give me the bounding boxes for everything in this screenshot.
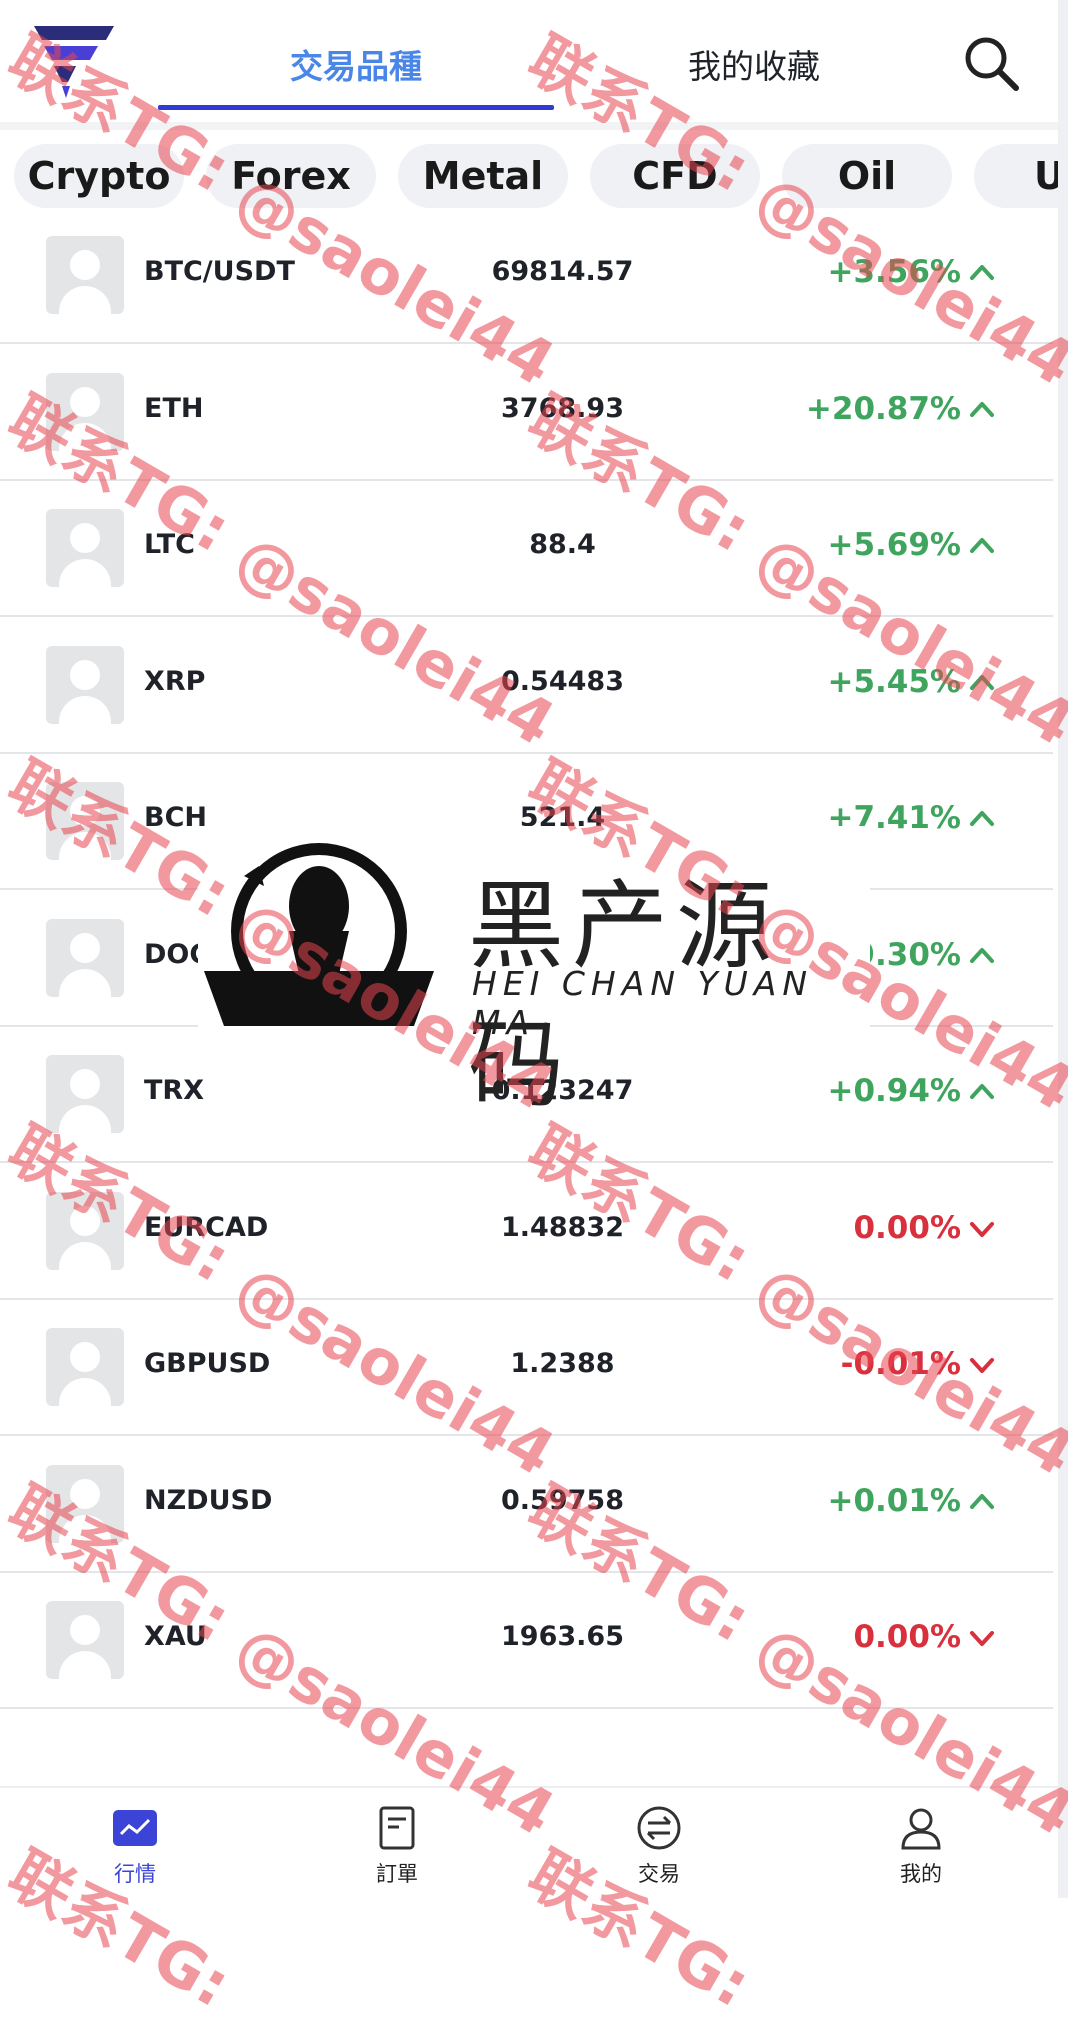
app-frame: 交易品種 我的收藏 Crypto Forex Metal CFD Oil U B… <box>0 0 1068 1898</box>
quote-change: -0.01% <box>841 1346 961 1382</box>
bottom-nav: 行情 訂單 交易 我的 <box>0 1786 1058 1900</box>
coin-avatar-icon <box>46 919 124 997</box>
coin-avatar-icon <box>46 646 124 724</box>
quote-price: 1.48832 <box>470 1212 655 1243</box>
quote-change: 0.00% <box>853 1619 961 1655</box>
quote-row[interactable]: BTC/USDT 69814.57 +3.56% <box>0 206 1053 344</box>
quote-change: +5.45% <box>827 664 961 700</box>
quote-price: 0.59758 <box>470 1485 655 1516</box>
nav-item-profile[interactable]: 我的 <box>846 1788 996 1900</box>
quote-change: +20.87% <box>806 391 961 427</box>
quote-price: 1.2388 <box>470 1348 655 1379</box>
top-header: 交易品種 我的收藏 <box>0 0 1058 130</box>
chevron-up-icon <box>967 804 997 834</box>
nav-item-markets[interactable]: 行情 <box>60 1788 210 1900</box>
quote-row[interactable]: ETH 3768.93 +20.87% <box>0 343 1053 481</box>
tab-favorites[interactable]: 我的收藏 <box>688 40 820 88</box>
quote-row[interactable]: GBPUSD 1.2388 -0.01% <box>0 1298 1053 1436</box>
quote-row[interactable]: NZDUSD 0.59758 +0.01% <box>0 1435 1053 1573</box>
coin-avatar-icon <box>46 509 124 587</box>
quote-price: 69814.57 <box>470 256 655 287</box>
brand-logo-icon <box>204 836 434 1026</box>
chip-oil[interactable]: Oil <box>782 144 952 208</box>
coin-avatar-icon <box>46 1465 124 1543</box>
coin-avatar-icon <box>46 1328 124 1406</box>
coin-avatar-icon <box>46 1601 124 1679</box>
quote-price: 0.54483 <box>470 666 655 697</box>
nav-label-trade: 交易 <box>584 1858 734 1888</box>
tab-markets[interactable]: 交易品種 <box>290 40 422 88</box>
quote-symbol: NZDUSD <box>144 1485 272 1516</box>
exchange-icon <box>637 1806 681 1850</box>
chevron-up-icon <box>967 1077 997 1107</box>
coin-avatar-icon <box>46 782 124 860</box>
quote-symbol: EURCAD <box>144 1212 268 1243</box>
nav-label-profile: 我的 <box>846 1858 996 1888</box>
chevron-up-icon <box>967 258 997 288</box>
chip-partial[interactable]: U <box>974 144 1058 208</box>
chevron-up-icon <box>967 395 997 425</box>
quote-symbol: GBPUSD <box>144 1348 270 1379</box>
coin-avatar-icon <box>46 1192 124 1270</box>
order-icon <box>375 1806 419 1850</box>
quote-price: 88.4 <box>470 529 655 560</box>
search-icon[interactable] <box>962 34 1020 92</box>
quote-symbol: ETH <box>144 393 203 424</box>
quote-price: 1963.65 <box>470 1621 655 1652</box>
brand-name-en: HEI CHAN YUAN MA <box>472 964 870 1042</box>
quote-change: +5.69% <box>827 527 961 563</box>
quote-symbol: LTC <box>144 529 195 560</box>
chart-icon <box>113 1806 157 1850</box>
user-icon <box>899 1806 943 1850</box>
quote-symbol: XAU <box>144 1621 207 1652</box>
quote-change: 0.00% <box>853 1210 961 1246</box>
chevron-down-icon <box>967 1623 997 1653</box>
chip-forex[interactable]: Forex <box>206 144 376 208</box>
nav-label-markets: 行情 <box>60 1858 210 1888</box>
chevron-up-icon <box>967 1487 997 1517</box>
quote-change: +0.01% <box>827 1483 961 1519</box>
chip-crypto[interactable]: Crypto <box>14 144 184 208</box>
quote-row[interactable]: EURCAD 1.48832 0.00% <box>0 1162 1053 1300</box>
quote-row[interactable]: XRP 0.54483 +5.45% <box>0 616 1053 754</box>
nav-label-orders: 訂單 <box>322 1858 472 1888</box>
chevron-up-icon <box>967 668 997 698</box>
quote-symbol: BTC/USDT <box>144 256 295 287</box>
chevron-down-icon <box>967 1214 997 1244</box>
app-logo-icon <box>34 26 114 98</box>
chevron-up-icon <box>967 941 997 971</box>
coin-avatar-icon <box>46 236 124 314</box>
quote-change: +3.56% <box>827 254 961 290</box>
chevron-down-icon <box>967 1350 997 1380</box>
chip-cfd[interactable]: CFD <box>590 144 760 208</box>
nav-item-trade[interactable]: 交易 <box>584 1788 734 1900</box>
nav-item-orders[interactable]: 訂單 <box>322 1788 472 1900</box>
coin-avatar-icon <box>46 373 124 451</box>
quote-price: 3768.93 <box>470 393 655 424</box>
quote-symbol: XRP <box>144 666 205 697</box>
chevron-up-icon <box>967 531 997 561</box>
quote-row[interactable]: LTC 88.4 +5.69% <box>0 479 1053 617</box>
quote-symbol: TRX <box>144 1075 204 1106</box>
active-tab-indicator <box>158 105 554 110</box>
brand-overlay: 黑产源码 HEI CHAN YUAN MA <box>198 826 870 1034</box>
chip-metal[interactable]: Metal <box>398 144 568 208</box>
quote-row[interactable]: XAU 1963.65 0.00% <box>0 1571 1053 1709</box>
coin-avatar-icon <box>46 1055 124 1133</box>
